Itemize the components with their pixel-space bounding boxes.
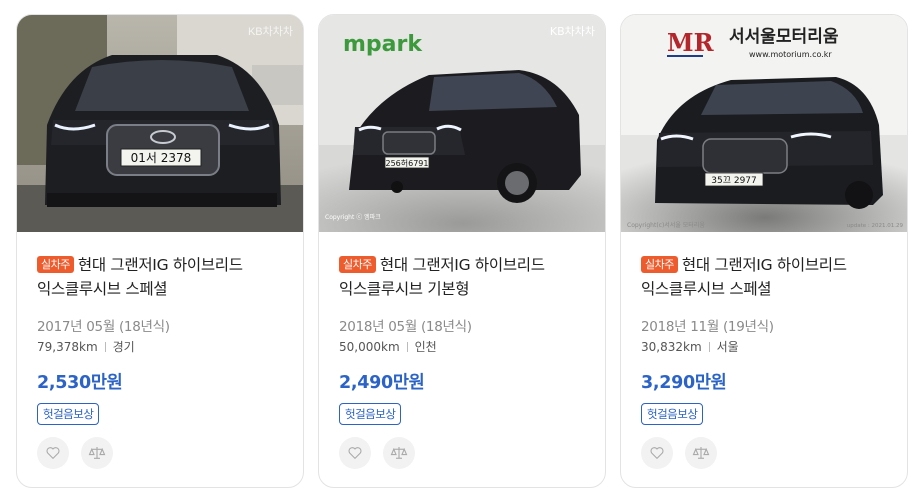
scale-icon: [88, 447, 106, 459]
service-tag: 헛걸음보상: [37, 403, 100, 425]
divider: [406, 342, 408, 352]
scale-icon: [692, 447, 710, 459]
compare-button[interactable]: [383, 437, 415, 469]
car-price: 2,530만원: [37, 373, 123, 393]
heart-icon: [348, 447, 362, 459]
divider: [708, 342, 710, 352]
svg-text:35끄 2977: 35끄 2977: [711, 176, 757, 186]
owner-badge: 실차주: [641, 256, 678, 273]
car-card[interactable]: 35끄 2977 MR 서서울모터리움 www.motorium.co.kr C…: [620, 14, 908, 488]
car-card[interactable]: 01서 2378 KB차차차 실차주 현대 그랜저IG 하이브리드 익스클루시브 …: [16, 14, 304, 488]
car-year: 2017년 05월 (18년식): [37, 319, 170, 335]
owner-badge: 실차주: [339, 256, 376, 273]
car-meta: 30,832km 서울: [641, 338, 891, 356]
wishlist-button[interactable]: [641, 437, 673, 469]
car-photo[interactable]: 256허6791 mpark KB차차차 Copyright ⓒ 엠파크: [319, 15, 605, 232]
car-year: 2018년 11월 (19년식): [641, 319, 774, 335]
car-photo[interactable]: 35끄 2977 MR 서서울모터리움 www.motorium.co.kr C…: [621, 15, 907, 232]
mileage: 50,000km: [339, 340, 400, 354]
svg-text:mpark: mpark: [343, 32, 423, 57]
car-year: 2018년 05월 (18년식): [339, 319, 472, 335]
svg-text:Copyright(c)서서울 모터리움: Copyright(c)서서울 모터리움: [627, 221, 705, 229]
compare-button[interactable]: [81, 437, 113, 469]
car-card[interactable]: 256허6791 mpark KB차차차 Copyright ⓒ 엠파크 실차주…: [318, 14, 606, 488]
svg-text:01서 2378: 01서 2378: [131, 151, 192, 165]
car-title[interactable]: 실차주 현대 그랜저IG 하이브리드 익스클루시브 스페셜: [37, 253, 287, 301]
car-listing-row: 01서 2378 KB차차차 실차주 현대 그랜저IG 하이브리드 익스클루시브 …: [0, 0, 922, 503]
service-tag: 헛걸음보상: [641, 403, 704, 425]
car-title[interactable]: 실차주 현대 그랜저IG 하이브리드 익스클루시브 기본형: [339, 253, 589, 301]
car-meta: 50,000km 인천: [339, 338, 589, 356]
owner-badge: 실차주: [37, 256, 74, 273]
car-price: 2,490만원: [339, 373, 425, 393]
svg-text:256허6791: 256허6791: [386, 159, 429, 168]
service-tag: 헛걸음보상: [339, 403, 402, 425]
car-meta: 79,378km 경기: [37, 338, 287, 356]
heart-icon: [650, 447, 664, 459]
svg-text:MR: MR: [667, 28, 715, 57]
mileage: 79,378km: [37, 340, 98, 354]
wishlist-button[interactable]: [37, 437, 69, 469]
svg-text:서서울모터리움: 서서울모터리움: [729, 27, 839, 47]
region: 경기: [112, 340, 135, 354]
compare-button[interactable]: [685, 437, 717, 469]
wishlist-button[interactable]: [339, 437, 371, 469]
svg-text:Copyright ⓒ 엠파크: Copyright ⓒ 엠파크: [325, 213, 381, 221]
divider: [104, 342, 106, 352]
heart-icon: [46, 447, 60, 459]
car-price: 3,290만원: [641, 373, 727, 393]
car-title[interactable]: 실차주 현대 그랜저IG 하이브리드 익스클루시브 스페셜: [641, 253, 891, 301]
svg-text:www.motorium.co.kr: www.motorium.co.kr: [749, 50, 832, 59]
region: 인천: [414, 340, 437, 354]
scale-icon: [390, 447, 408, 459]
svg-text:KB차차차: KB차차차: [248, 25, 293, 38]
region: 서울: [716, 340, 739, 354]
svg-text:KB차차차: KB차차차: [550, 25, 595, 38]
car-photo[interactable]: 01서 2378 KB차차차: [17, 15, 303, 232]
svg-text:update : 2021.01.29: update : 2021.01.29: [847, 223, 904, 229]
mileage: 30,832km: [641, 340, 702, 354]
